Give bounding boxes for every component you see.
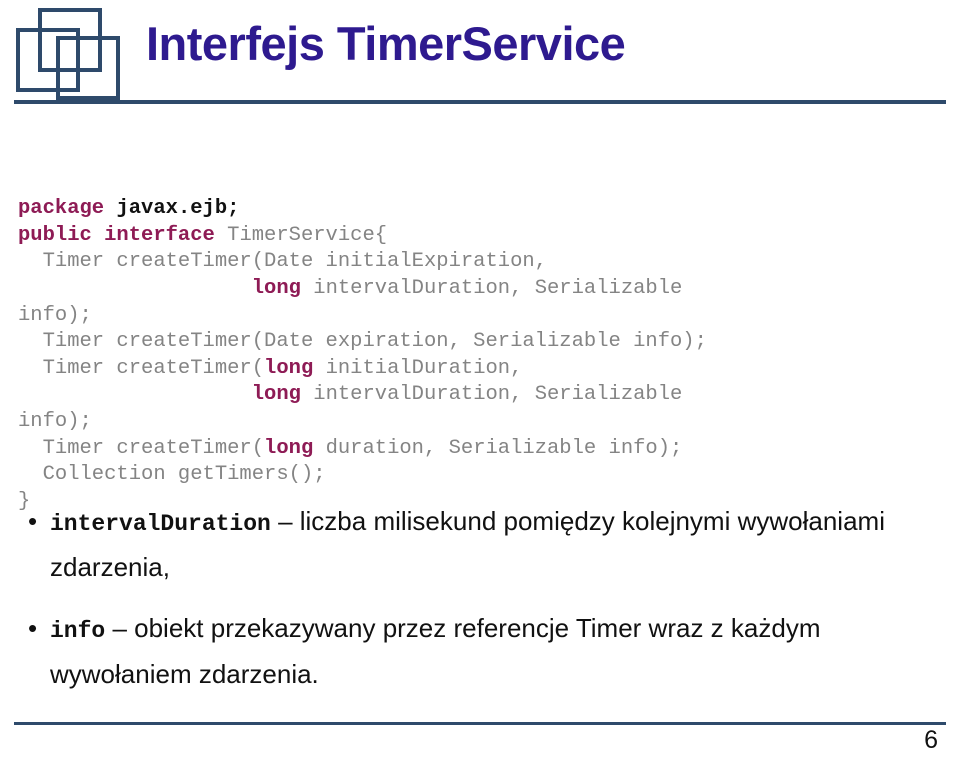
code-text: Timer createTimer(Date expiration, Seria… xyxy=(18,330,707,354)
logo-svg xyxy=(16,8,120,100)
code-keyword: long xyxy=(264,436,314,460)
code-line: package javax.ejb; xyxy=(18,196,948,223)
code-text: info); xyxy=(18,303,92,327)
code-keyword: long xyxy=(264,356,314,380)
code-keyword: public interface xyxy=(18,223,215,247)
code-text: duration, Serializable info); xyxy=(313,436,683,460)
header-divider xyxy=(14,100,946,104)
page-number: 6 xyxy=(924,726,938,754)
code-line: Timer createTimer(Date initialExpiration… xyxy=(18,249,948,276)
code-keyword: long xyxy=(251,276,301,300)
code-text: Collection getTimers(); xyxy=(18,463,326,487)
code-text: TimerService{ xyxy=(214,223,388,247)
code-text: Timer createTimer(Date initialExpiration… xyxy=(18,250,547,274)
three-interlocking-squares-logo xyxy=(12,6,130,106)
code-package-name: javax.ejb; xyxy=(116,197,240,221)
code-line: Timer createTimer(long initialDuration, xyxy=(18,356,948,383)
bullet-marker-icon: • xyxy=(28,613,38,643)
footer-divider xyxy=(14,722,946,725)
bullet-description: – obiekt przekazywany przez referencje T… xyxy=(50,613,821,689)
list-item: • info – obiekt przekazywany przez refere… xyxy=(18,607,948,696)
code-line: info); xyxy=(18,303,948,330)
code-text: intervalDuration, Serializable xyxy=(300,276,683,300)
code-line: Timer createTimer(Date expiration, Seria… xyxy=(18,329,948,356)
code-line: public interface TimerService{ xyxy=(18,223,948,250)
code-keyword: package xyxy=(18,197,105,221)
slide-header: Interfejs TimerService xyxy=(0,0,960,112)
code-line: Timer createTimer(long duration, Seriali… xyxy=(18,436,948,463)
code-keyword: long xyxy=(251,383,301,407)
bullet-marker-icon: • xyxy=(28,506,38,536)
code-text: Timer createTimer( xyxy=(18,356,265,380)
bullet-term: intervalDuration xyxy=(50,511,271,537)
code-line: info); xyxy=(18,409,948,436)
code-block: package javax.ejb; public interface Timer… xyxy=(18,143,948,515)
code-line: long intervalDuration, Serializable xyxy=(18,382,948,409)
page-title: Interfejs TimerService xyxy=(146,17,626,70)
list-item: • intervalDuration – liczba milisekund po… xyxy=(18,500,948,589)
bullet-term: info xyxy=(50,618,106,644)
code-text: initialDuration, xyxy=(313,356,523,380)
code-line: long intervalDuration, Serializable xyxy=(18,276,948,303)
bullet-list: • intervalDuration – liczba milisekund po… xyxy=(18,500,948,714)
code-text: intervalDuration, Serializable xyxy=(300,383,683,407)
code-text: info); xyxy=(18,409,92,433)
code-text: Timer createTimer( xyxy=(18,436,265,460)
code-line: Collection getTimers(); xyxy=(18,462,948,489)
